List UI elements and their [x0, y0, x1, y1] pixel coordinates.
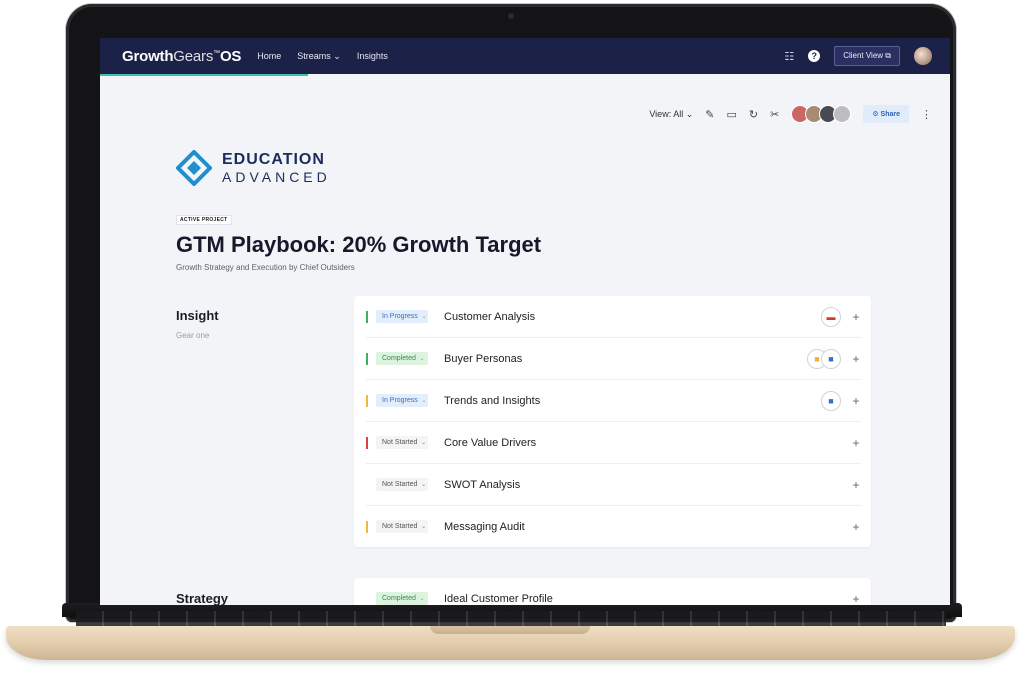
logo-line2: ADVANCED: [222, 169, 331, 185]
app-screen: GrowthGears™OS Home Streams ⌄ Insights ☷…: [100, 38, 950, 605]
strategy-card: Completed ⌄ Ideal Customer Profile +: [354, 578, 871, 605]
add-icon[interactable]: +: [851, 310, 861, 324]
active-project-badge: ACTIVE PROJECT: [176, 215, 232, 225]
edit-icon[interactable]: ✎: [705, 108, 714, 121]
client-view-button[interactable]: Client View ⧉: [834, 46, 900, 66]
add-icon[interactable]: +: [851, 478, 861, 492]
logo-line1: EDUCATION: [222, 151, 325, 168]
row-title[interactable]: Ideal Customer Profile: [444, 593, 553, 605]
status-bar: [366, 520, 368, 533]
education-advanced-logo-icon: [176, 150, 212, 186]
page-subtitle: Growth Strategy and Execution by Chief O…: [176, 263, 355, 272]
project-toolbar: View: All ⌄ ✎ ▭ ↻ ✂ ⚙ Share ⋮: [649, 105, 932, 123]
add-icon[interactable]: +: [851, 352, 861, 366]
table-row[interactable]: Not Started ⌄ Messaging Audit +: [366, 506, 861, 547]
section-label-insight: Insight: [176, 308, 219, 323]
insight-card: In Progress ⌄ Customer Analysis ▬ + Comp…: [354, 296, 871, 547]
add-icon[interactable]: +: [851, 592, 861, 606]
status-bar: [366, 310, 368, 323]
status-badge[interactable]: Not Started ⌄: [376, 520, 428, 533]
help-icon[interactable]: ?: [808, 50, 821, 62]
client-logo: EDUCATION ADVANCED: [176, 150, 331, 186]
avatar: [833, 105, 852, 123]
more-options-icon[interactable]: ⋮: [921, 108, 932, 121]
row-title[interactable]: Trends and Insights: [444, 395, 540, 407]
collaborator-avatars[interactable]: [791, 105, 852, 123]
tools-icon[interactable]: ✂: [770, 108, 779, 121]
add-icon[interactable]: +: [851, 436, 861, 450]
user-avatar[interactable]: [914, 47, 932, 65]
nav-active-indicator: [100, 74, 308, 76]
share-button[interactable]: ⚙ Share: [863, 105, 909, 123]
add-icon[interactable]: +: [851, 520, 861, 534]
page-title: GTM Playbook: 20% Growth Target: [176, 232, 542, 257]
status-badge[interactable]: Not Started ⌄: [376, 436, 428, 449]
row-title[interactable]: Core Value Drivers: [444, 437, 536, 449]
add-icon[interactable]: +: [851, 394, 861, 408]
table-row[interactable]: Not Started ⌄ Core Value Drivers +: [366, 422, 861, 464]
status-badge[interactable]: Completed ⌄: [376, 592, 428, 605]
nav-streams[interactable]: Streams ⌄: [297, 51, 341, 62]
top-nav: GrowthGears™OS Home Streams ⌄ Insights ☷…: [100, 38, 950, 74]
nav-insights[interactable]: Insights: [357, 51, 388, 61]
table-row[interactable]: Completed ⌄ Ideal Customer Profile +: [366, 578, 861, 605]
table-row[interactable]: In Progress ⌄ Trends and Insights ■ +: [366, 380, 861, 422]
section-label-strategy: Strategy: [176, 591, 229, 605]
tasks-icon[interactable]: ☷: [784, 50, 794, 63]
pdf-file-icon[interactable]: ▬: [821, 306, 841, 327]
status-bar: [366, 593, 368, 605]
nav-home[interactable]: Home: [257, 51, 281, 61]
section-sub-insight: Gear one: [176, 331, 210, 340]
folder-icon[interactable]: ▭: [726, 108, 736, 121]
status-bar: [366, 479, 368, 491]
doc-file-icon[interactable]: ■: [821, 348, 841, 369]
doc-file-icon[interactable]: ■: [821, 390, 841, 411]
table-row[interactable]: Not Started ⌄ SWOT Analysis +: [366, 464, 861, 506]
row-title[interactable]: Buyer Personas: [444, 353, 522, 365]
table-row[interactable]: In Progress ⌄ Customer Analysis ▬ +: [366, 296, 861, 338]
status-badge[interactable]: Not Started ⌄: [376, 478, 428, 491]
status-bar: [366, 436, 368, 449]
table-row[interactable]: Completed ⌄ Buyer Personas ■ ■ +: [366, 338, 861, 380]
laptop-notch: [430, 626, 590, 634]
row-title[interactable]: SWOT Analysis: [444, 479, 520, 491]
row-title[interactable]: Messaging Audit: [444, 521, 525, 533]
status-badge[interactable]: In Progress ⌄: [376, 394, 428, 407]
status-bar: [366, 394, 368, 407]
refresh-icon[interactable]: ↻: [749, 108, 758, 121]
status-badge[interactable]: In Progress ⌄: [376, 310, 428, 323]
view-filter-dropdown[interactable]: View: All ⌄: [649, 109, 693, 120]
brand-logo[interactable]: GrowthGears™OS: [122, 48, 241, 65]
camera: [508, 13, 514, 19]
status-bar: [366, 352, 368, 365]
status-badge[interactable]: Completed ⌄: [376, 352, 428, 365]
row-title[interactable]: Customer Analysis: [444, 311, 535, 323]
